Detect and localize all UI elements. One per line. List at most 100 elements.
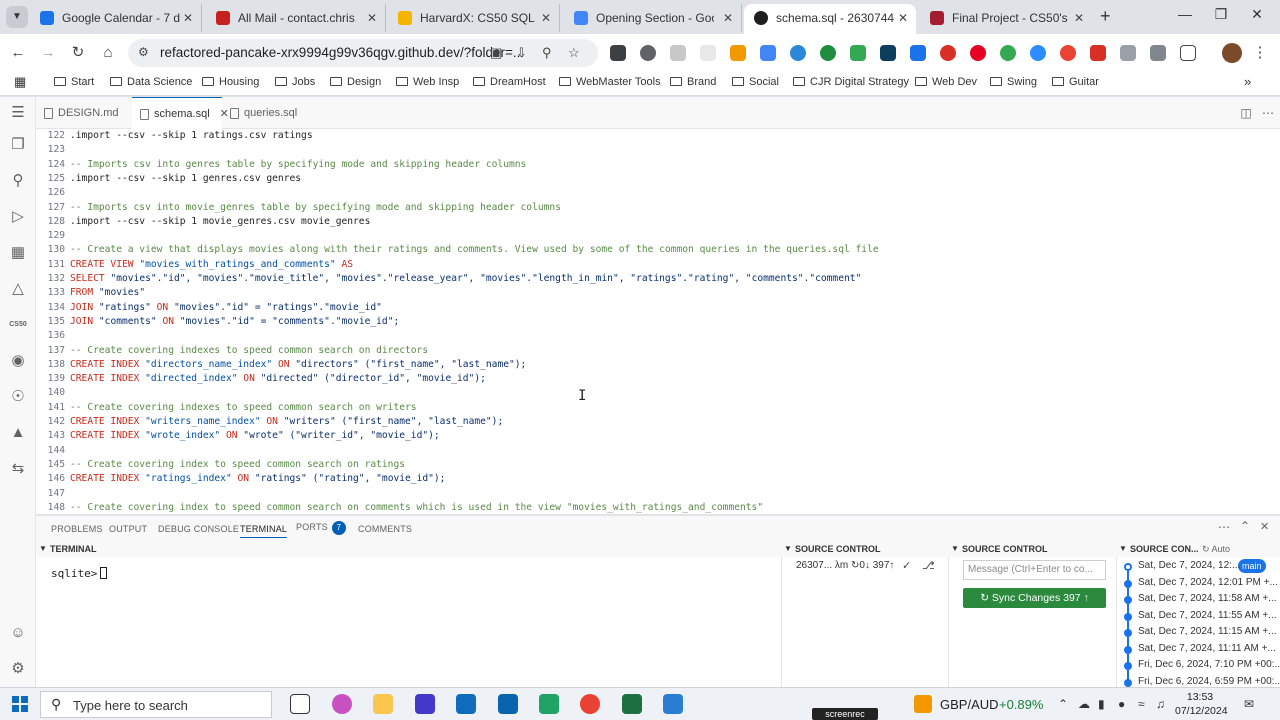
mic-icon[interactable]: ● xyxy=(1118,697,1125,711)
code-line[interactable]: 135 JOIN "comments" ON "movies"."id" = "c… xyxy=(36,315,400,329)
reload-icon[interactable]: ↻ xyxy=(68,43,88,63)
extension-icon[interactable] xyxy=(1150,45,1166,61)
bookmark-folder[interactable]: Swing xyxy=(990,76,1037,88)
cloud-icon[interactable]: ☁ xyxy=(1078,697,1090,711)
address-bar[interactable]: ⚙ refactored-pancake-xrx9994g99v36qgv.gi… xyxy=(128,39,598,67)
code-line[interactable]: 148 -- Create covering index to speed com… xyxy=(36,501,763,514)
commit-entry[interactable]: Sat, Dec 7, 2024, 11:55 AM +... xyxy=(1138,610,1277,621)
open-in-app-icon[interactable]: ▣ xyxy=(490,45,502,61)
code-line[interactable]: 134 JOIN "ratings" ON "movies"."id" = "ra… xyxy=(36,301,382,315)
bookmark-folder[interactable]: Brand xyxy=(670,76,716,88)
extension-icon[interactable] xyxy=(1090,45,1106,61)
code-line[interactable]: 137 -- Create covering indexes to speed c… xyxy=(36,344,428,358)
notifications-icon[interactable]: ✉ xyxy=(1244,697,1254,711)
manage-gear-icon[interactable]: ⚙ xyxy=(8,659,28,679)
code-editor[interactable]: 122 .import --csv --skip 1 ratings.csv ra… xyxy=(36,129,1280,514)
browser-tab-calendar[interactable]: Google Calendar - 7 days ✕ xyxy=(30,4,202,32)
profile-avatar[interactable] xyxy=(1222,43,1242,63)
search-icon[interactable]: ⚲ xyxy=(8,171,28,191)
terminal-header[interactable]: ▼ TERMINAL xyxy=(36,541,781,557)
close-panel-icon[interactable]: ✕ xyxy=(1260,520,1269,533)
extension-icon[interactable] xyxy=(880,45,896,61)
close-window-button[interactable]: ✕ xyxy=(1234,6,1280,23)
branch-icon[interactable]: ⎇ xyxy=(922,559,935,572)
bookmark-star-icon[interactable]: ☆ xyxy=(568,45,580,61)
code-line[interactable]: 128 .import --csv --skip 1 movie_genres.c… xyxy=(36,215,371,229)
taskbar-clock[interactable]: 13:53 07/12/2024 xyxy=(1175,690,1228,718)
bookmark-folder[interactable]: Social xyxy=(732,76,779,88)
code-line[interactable]: 144 xyxy=(36,444,70,458)
code-line[interactable]: 145 -- Create covering index to speed com… xyxy=(36,458,405,472)
code-line[interactable]: 146 CREATE INDEX "ratings_index" ON "rati… xyxy=(36,472,446,486)
bookmark-folder[interactable]: Jobs xyxy=(275,76,315,88)
checkmark-icon[interactable]: ✓ xyxy=(902,559,911,572)
zoom-icon[interactable]: ⚲ xyxy=(542,45,552,61)
close-tab-icon[interactable]: ✕ xyxy=(723,4,733,32)
code-line[interactable]: 129 xyxy=(36,229,70,243)
tab-debug-console[interactable]: DEBUG CONSOLE xyxy=(158,524,239,534)
browser-tab-harvardx[interactable]: HarvardX: CS50 SQL CS50 ✕ xyxy=(388,4,560,32)
code-line[interactable]: 122 .import --csv --skip 1 ratings.csv ra… xyxy=(36,129,313,143)
run-debug-icon[interactable]: ▷ xyxy=(8,207,28,227)
commit-entry[interactable]: Sat, Dec 7, 2024, 11:11 AM +... xyxy=(1138,643,1276,654)
fx-pair[interactable]: GBP/AUD xyxy=(940,697,999,712)
code-line[interactable]: 141 -- Create covering indexes to speed c… xyxy=(36,401,417,415)
file-explorer-icon[interactable] xyxy=(373,694,393,714)
zoom-ext-icon[interactable] xyxy=(1030,45,1046,61)
apps-grid-icon[interactable]: ▦ xyxy=(14,74,26,90)
accounts-icon[interactable]: ☺ xyxy=(8,623,28,643)
close-tab-icon[interactable]: ✕ xyxy=(183,4,193,32)
bookmark-folder[interactable]: Data Science xyxy=(110,76,192,88)
store-icon[interactable] xyxy=(456,694,476,714)
volume-icon[interactable]: ♫ xyxy=(1156,697,1165,711)
commit-message-input[interactable]: Message (Ctrl+Enter to co... xyxy=(963,560,1106,580)
source-control-header[interactable]: ▼ SOURCE CONTROL xyxy=(948,541,1116,557)
tab-queries-sql[interactable]: queries.sql xyxy=(222,97,316,129)
code-line[interactable]: 130 -- Create a view that displays movies… xyxy=(36,243,879,257)
extension-icon[interactable] xyxy=(640,45,656,61)
browser-tab-docs[interactable]: Opening Section - Google ✕ xyxy=(564,4,742,32)
code-line[interactable]: 140 xyxy=(36,386,70,400)
code-line[interactable]: 142 CREATE INDEX "writers_name_index" ON … xyxy=(36,415,504,429)
maximize-panel-icon[interactable]: ⌃ xyxy=(1240,519,1250,533)
install-app-icon[interactable]: ⇩ xyxy=(516,45,527,61)
close-tab-icon[interactable]: ✕ xyxy=(541,4,551,32)
code-line[interactable]: 136 xyxy=(36,329,70,343)
paint-icon[interactable] xyxy=(663,694,683,714)
tab-schema-sql[interactable]: schema.sql ✕ xyxy=(132,97,229,129)
extension-icon[interactable] xyxy=(1060,45,1076,61)
repository-item[interactable]: 26307... λm ↻0↓ 397↑ xyxy=(796,560,894,571)
chevron-up-icon[interactable]: ⌃ xyxy=(1058,697,1068,711)
bookmark-folder[interactable]: DreamHost xyxy=(473,76,546,88)
windows-start-icon[interactable] xyxy=(12,696,28,712)
code-line[interactable]: 131 CREATE VIEW "movies_with_ratings_and_… xyxy=(36,258,353,272)
spreadsheet-icon[interactable] xyxy=(539,694,559,714)
bookmark-folder[interactable]: WebMaster Tools xyxy=(559,76,661,88)
more-bookmarks-icon[interactable]: » xyxy=(1244,74,1251,89)
outlook-icon[interactable] xyxy=(498,694,518,714)
camera-icon[interactable] xyxy=(1120,45,1136,61)
code-line[interactable]: 133 FROM "movies" xyxy=(36,286,145,300)
extension-icon[interactable] xyxy=(820,45,836,61)
close-tab-icon[interactable]: ✕ xyxy=(898,4,908,32)
code-line[interactable]: 138 CREATE INDEX "directors_name_index" O… xyxy=(36,358,527,372)
browser-tab-final-project[interactable]: Final Project - CS50's Intro ✕ xyxy=(920,4,1092,32)
close-tab-icon[interactable]: ✕ xyxy=(367,4,377,32)
cs50-icon[interactable]: CS50 xyxy=(8,315,28,335)
tab-comments[interactable]: COMMENTS xyxy=(358,524,412,534)
code-line[interactable]: 139 CREATE INDEX "directed_index" ON "dir… xyxy=(36,372,486,386)
extension-icon[interactable] xyxy=(700,45,716,61)
commit-entry[interactable]: Fri, Dec 6, 2024, 6:59 PM +00:... xyxy=(1138,676,1280,687)
tab-problems[interactable]: PROBLEMS xyxy=(51,524,103,534)
adblock-icon[interactable] xyxy=(940,45,956,61)
code-line[interactable]: 127 -- Imports csv into movie_genres tabl… xyxy=(36,201,561,215)
battery-icon[interactable]: ▮ xyxy=(1098,697,1105,711)
bookmark-folder[interactable]: CJR Digital Strategy xyxy=(793,76,909,88)
commit-entry[interactable]: Sat, Dec 7, 2024, 11:58 AM +... xyxy=(1138,593,1277,604)
code-line[interactable]: 123 xyxy=(36,143,70,157)
app-icon[interactable] xyxy=(415,694,435,714)
commit-entry[interactable]: Sat, Dec 7, 2024, 12:01 PM +... xyxy=(1138,577,1278,588)
forward-icon[interactable]: → xyxy=(38,43,58,63)
repositories-header[interactable]: ▼SOURCE CONTROL REPOSITORIES xyxy=(781,541,948,570)
commit-entry[interactable]: Fri, Dec 6, 2024, 7:10 PM +00:... xyxy=(1138,659,1280,670)
